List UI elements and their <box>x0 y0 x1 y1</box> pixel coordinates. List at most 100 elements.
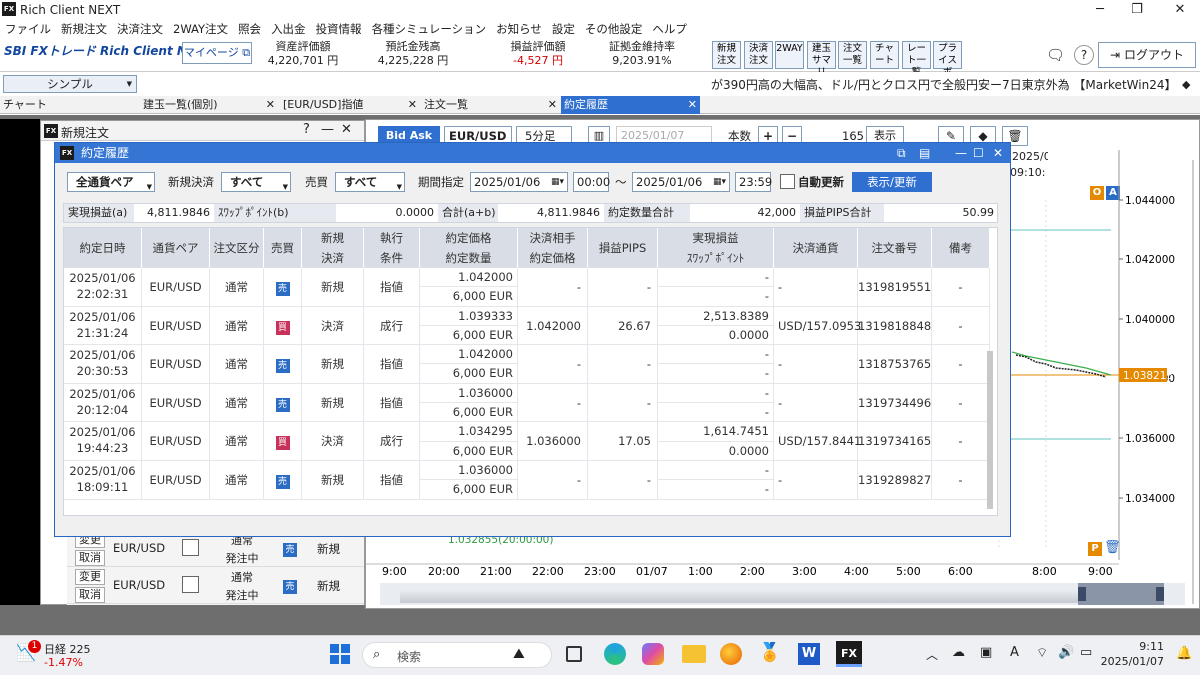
minimize-icon[interactable]: ─ <box>1090 1 1110 19</box>
copilot-icon[interactable] <box>642 643 664 665</box>
clock-date[interactable]: 2025/01/07 <box>1098 655 1164 668</box>
fx-app-taskbar-icon[interactable]: FX <box>836 641 862 667</box>
tab-close-icon[interactable]: ✕ <box>688 96 697 114</box>
pair-filter-select[interactable]: 全通貨ペア ▼ <box>67 172 155 192</box>
toolbar-button[interactable]: 2WAY <box>775 41 804 69</box>
ticker-toggle-icon[interactable]: ◆ <box>1182 78 1190 91</box>
tab-item[interactable]: 約定履歴 ✕ <box>561 96 700 114</box>
ime-indicator[interactable]: A <box>1010 645 1019 660</box>
column-header[interactable]: 実現損益 ｽﾜｯﾌﾟﾎﾟｲﾝﾄ <box>658 228 774 268</box>
column-header[interactable]: 注文番号 <box>858 228 932 268</box>
taskbar-search[interactable]: ⌕ 検索 ⛰ <box>362 642 552 668</box>
toolbar-button[interactable]: 建玉サマリ <box>807 41 836 78</box>
tab-item[interactable]: 建玉一覧(個別) ✕ <box>140 96 278 114</box>
news-ticker[interactable]: が390円高の大幅高、ドル/円とクロス円で全般円安ー7日東京外為 【Market… <box>711 76 1200 94</box>
stock-name[interactable]: 日経 225 <box>44 641 91 657</box>
chart-trash-icon[interactable]: 🗑 <box>1104 540 1121 555</box>
column-header[interactable]: 注文区分 <box>210 228 264 268</box>
column-header[interactable]: 新規 決済 <box>302 228 364 268</box>
edge-icon[interactable] <box>604 643 626 665</box>
column-header[interactable]: 執行 条件 <box>364 228 420 268</box>
menu-item[interactable]: 投資情報 <box>311 20 367 38</box>
new-order-close-icon[interactable]: ✕ <box>341 122 352 137</box>
column-header[interactable]: 決済相手 約定価格 <box>518 228 588 268</box>
clock-time[interactable]: 9:11 <box>1108 640 1164 653</box>
table-row[interactable]: 2025/01/06 22:02:31 EUR/USD 通常売新規 指値 1.042000… <box>64 268 990 307</box>
calendar-icon[interactable]: ▦▾ <box>713 173 726 191</box>
display-icon[interactable]: ▣ <box>980 645 992 660</box>
maximize-icon[interactable]: ❐ <box>1127 1 1147 19</box>
menu-item[interactable]: その他設定 <box>580 20 648 38</box>
notification-bell-icon[interactable]: 🔔 <box>1176 646 1192 661</box>
layout-mode-select[interactable]: シンプル ▼ <box>3 75 137 93</box>
table-row[interactable]: 2025/01/06 21:31:24 EUR/USD 通常買決済 成行 1.039333… <box>64 306 990 346</box>
chevron-up-icon[interactable]: ︿ <box>926 646 938 663</box>
csv-icon[interactable]: ▤ <box>919 143 930 163</box>
date-from-input[interactable]: 2025/01/06 ▦▾ <box>470 172 568 192</box>
menu-item[interactable]: 決済注文 <box>112 20 168 38</box>
side-filter-select[interactable]: すべて ▼ <box>335 172 405 192</box>
logout-button[interactable]: ⇥ ログアウト <box>1098 42 1196 68</box>
toolbar-button[interactable]: チャート <box>870 41 899 69</box>
date-to-input[interactable]: 2025/01/06 ▦▾ <box>632 172 730 192</box>
newclose-filter-select[interactable]: すべて ▼ <box>221 172 291 192</box>
cancel-order-button[interactable]: 取消 <box>75 550 105 566</box>
menu-item[interactable]: お知らせ <box>491 20 547 38</box>
menu-item[interactable]: ヘルプ <box>647 20 692 38</box>
dialog-minimize-icon[interactable]: — <box>955 143 967 163</box>
mypage-button[interactable]: マイページ ⧉ <box>182 42 252 64</box>
tab-item[interactable]: チャート <box>0 96 138 114</box>
menu-item[interactable]: 照会 <box>233 20 266 38</box>
column-header[interactable]: 約定価格 約定数量 <box>420 228 518 268</box>
tab-item[interactable]: [EUR/USD]指値 ✕ <box>280 96 420 114</box>
table-row[interactable]: 2025/01/06 20:30:53 EUR/USD 通常売新規 指値 1.042000… <box>64 345 990 384</box>
toolbar-button[interactable]: 注文一覧 <box>838 41 867 69</box>
table-scrollbar[interactable] <box>987 351 993 509</box>
menu-item[interactable]: 2WAY注文 <box>168 20 233 38</box>
help-icon[interactable]: ? <box>1074 45 1094 65</box>
chart-scrollbar[interactable] <box>1192 160 1194 604</box>
cloud-off-icon[interactable]: ☁ <box>952 645 965 660</box>
refresh-button[interactable]: 表示/更新 <box>852 172 932 192</box>
tab-item[interactable]: 注文一覧 ✕ <box>421 96 560 114</box>
column-header[interactable]: 売買 <box>264 228 302 268</box>
message-icon[interactable]: 🗨 <box>1046 46 1066 64</box>
new-order-help-icon[interactable]: ? <box>303 122 310 137</box>
toolbar-button[interactable]: 新規注文 <box>712 41 741 69</box>
toolbar-button[interactable]: プライスボ <box>933 41 962 78</box>
order-checkbox[interactable] <box>182 539 199 556</box>
toolbar-button[interactable]: レート一覧 <box>902 41 931 78</box>
task-view-icon[interactable] <box>566 646 582 662</box>
file-explorer-icon[interactable] <box>682 645 706 663</box>
close-icon[interactable]: ✕ <box>1170 1 1190 19</box>
order-checkbox[interactable] <box>182 576 199 593</box>
battery-icon[interactable]: ▭ <box>1080 645 1092 660</box>
column-header[interactable]: 約定日時 <box>64 228 142 268</box>
cancel-order-button[interactable]: 取消 <box>75 587 105 603</box>
range-left-handle[interactable] <box>1078 587 1086 601</box>
tab-close-icon[interactable]: ✕ <box>408 96 417 114</box>
position-marker-icon[interactable]: P <box>1088 542 1102 556</box>
wifi-icon[interactable]: ⌔ <box>1036 645 1048 661</box>
new-order-minimize-icon[interactable]: — <box>321 122 334 137</box>
range-right-handle[interactable] <box>1156 587 1164 601</box>
windows-start-icon[interactable] <box>330 644 350 664</box>
time-from-input[interactable]: 00:00 <box>573 172 610 192</box>
modify-button[interactable]: 変更 <box>75 569 105 585</box>
menu-item[interactable]: 入出金 <box>266 20 311 38</box>
tab-close-icon[interactable]: ✕ <box>266 96 275 114</box>
range-window[interactable] <box>1078 583 1164 605</box>
time-to-input[interactable]: 23:59 <box>735 172 772 192</box>
volume-icon[interactable]: 🔊 <box>1058 645 1074 660</box>
auto-update-checkbox[interactable] <box>780 174 795 189</box>
table-row[interactable]: 2025/01/06 19:44:23 EUR/USD 通常買決済 成行 1.034295… <box>64 422 990 461</box>
menu-item[interactable]: 新規注文 <box>56 20 112 38</box>
tab-close-icon[interactable]: ✕ <box>548 96 557 114</box>
column-header[interactable]: 損益PIPS <box>588 228 658 268</box>
dialog-maximize-icon[interactable]: ☐ <box>973 143 984 163</box>
column-header[interactable]: 備考 <box>932 228 990 268</box>
calendar-icon[interactable]: ▦▾ <box>551 173 564 191</box>
shield-app-icon[interactable]: 🏅 <box>758 642 782 666</box>
dialog-close-icon[interactable]: ✕ <box>993 143 1003 163</box>
table-row[interactable]: 2025/01/06 18:09:11 EUR/USD 通常売新規 指値 1.036000… <box>64 461 990 500</box>
